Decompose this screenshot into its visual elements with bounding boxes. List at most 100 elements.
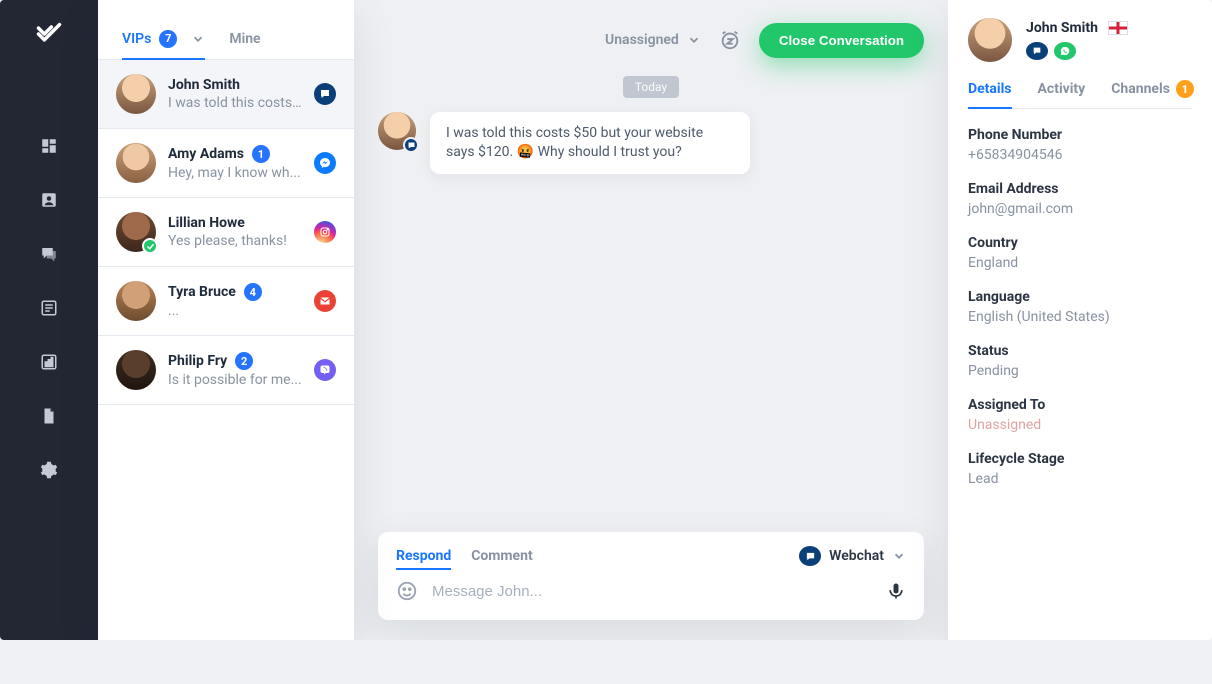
composer-tabs: Respond Comment Webchat xyxy=(396,546,906,566)
tab-mine[interactable]: Mine xyxy=(229,18,260,59)
composer-input-row xyxy=(396,580,906,602)
conversation-spacer xyxy=(378,184,924,532)
field-lifecycle-stage: Lifecycle Stage Lead xyxy=(968,451,1192,487)
avatar xyxy=(116,74,156,114)
instagram-icon xyxy=(314,221,336,243)
tab-comment[interactable]: Comment xyxy=(471,548,532,564)
profile-identity: John Smith xyxy=(1026,20,1128,60)
tab-mine-label: Mine xyxy=(229,31,260,47)
gmail-icon xyxy=(314,290,336,312)
message-row: I was told this costs $50 but your websi… xyxy=(378,112,924,174)
conversation-preview: Yes please, thanks! xyxy=(168,233,302,249)
app-root: VIPs 7 Mine John Smith I was told this c… xyxy=(0,0,1212,640)
composer: Respond Comment Webchat xyxy=(378,532,924,620)
conversation-preview: I was told this costs... xyxy=(168,95,302,111)
webchat-icon xyxy=(1026,42,1048,60)
conversation-name: John Smith xyxy=(168,77,302,93)
dashboard-icon[interactable] xyxy=(39,136,59,156)
field-value: +65834904546 xyxy=(968,147,1192,163)
list-icon[interactable] xyxy=(39,298,59,318)
viber-icon xyxy=(314,359,336,381)
webchat-icon xyxy=(314,83,336,105)
tab-activity[interactable]: Activity xyxy=(1038,80,1086,108)
profile-name: John Smith xyxy=(1026,20,1098,36)
tab-vips[interactable]: VIPs 7 xyxy=(122,18,205,59)
messenger-icon xyxy=(314,152,336,174)
tab-vips-label: VIPs xyxy=(122,31,151,47)
avatar xyxy=(116,350,156,390)
profile-panel: John Smith Details Activity Channels 1 P… xyxy=(948,0,1212,640)
field-label: Phone Number xyxy=(968,127,1192,143)
field-label: Language xyxy=(968,289,1192,305)
conversation-panel: Unassigned Close Conversation Today I wa… xyxy=(354,0,948,640)
channel-label: Webchat xyxy=(829,548,884,564)
field-assigned-to: Assigned To Unassigned xyxy=(968,397,1192,433)
close-conversation-button[interactable]: Close Conversation xyxy=(759,23,924,58)
conversation-preview: Hey, may I know wh... xyxy=(168,165,302,181)
unread-badge: 1 xyxy=(252,145,270,163)
analytics-icon[interactable] xyxy=(39,352,59,372)
file-icon[interactable] xyxy=(39,406,59,426)
webchat-icon xyxy=(799,546,821,566)
messages-icon[interactable] xyxy=(39,244,59,264)
channel-picker[interactable]: Webchat xyxy=(799,546,906,566)
field-value: England xyxy=(968,255,1192,271)
profile-tabs: Details Activity Channels 1 xyxy=(968,80,1192,109)
message-input[interactable] xyxy=(430,582,874,601)
conversation-name: Philip Fry2 xyxy=(168,352,302,370)
chevron-down-icon[interactable] xyxy=(191,32,205,46)
unread-badge: 4 xyxy=(244,283,262,301)
tab-channels-badge: 1 xyxy=(1176,80,1194,98)
inbox-tabs: VIPs 7 Mine xyxy=(98,0,354,60)
conversation-meta: Amy Adams1 Hey, may I know wh... xyxy=(168,145,302,181)
nav-list xyxy=(39,136,59,480)
field-country: Country England xyxy=(968,235,1192,271)
microphone-icon[interactable] xyxy=(886,581,906,601)
tab-respond[interactable]: Respond xyxy=(396,548,451,564)
conversation-item[interactable]: Philip Fry2 Is it possible for me... xyxy=(98,336,354,405)
conversation-meta: John Smith I was told this costs... xyxy=(168,77,302,111)
assignee-dropdown[interactable]: Unassigned xyxy=(605,32,701,48)
emoji-icon[interactable] xyxy=(396,580,418,602)
whatsapp-icon xyxy=(1054,42,1076,60)
field-phone: Phone Number +65834904546 xyxy=(968,127,1192,163)
conversation-item[interactable]: Amy Adams1 Hey, may I know wh... xyxy=(98,129,354,198)
settings-icon[interactable] xyxy=(39,460,59,480)
message-bubble: I was told this costs $50 but your websi… xyxy=(430,112,750,174)
conversation-name: Lillian Howe xyxy=(168,215,302,231)
field-label: Assigned To xyxy=(968,397,1192,413)
field-label: Lifecycle Stage xyxy=(968,451,1192,467)
conversation-item[interactable]: Lillian Howe Yes please, thanks! xyxy=(98,198,354,267)
field-label: Country xyxy=(968,235,1192,251)
profile-avatar xyxy=(968,18,1012,62)
profile-header: John Smith xyxy=(968,18,1192,62)
field-label: Status xyxy=(968,343,1192,359)
message-avatar xyxy=(378,112,416,150)
profile-channel-icons xyxy=(1026,42,1128,60)
day-separator: Today xyxy=(623,76,679,98)
conversation-item[interactable]: John Smith I was told this costs... xyxy=(98,60,354,129)
inbox-panel: VIPs 7 Mine John Smith I was told this c… xyxy=(98,0,354,640)
field-value: Pending xyxy=(968,363,1192,379)
conversation-meta: Tyra Bruce4 ... xyxy=(168,283,302,319)
conversation-name: Amy Adams1 xyxy=(168,145,302,163)
tab-channels-label: Channels xyxy=(1111,81,1170,97)
conversation-preview: Is it possible for me... xyxy=(168,372,302,388)
conversation-item[interactable]: Tyra Bruce4 ... xyxy=(98,267,354,336)
tab-details[interactable]: Details xyxy=(968,80,1012,108)
avatar xyxy=(116,281,156,321)
conversation-meta: Lillian Howe Yes please, thanks! xyxy=(168,215,302,249)
chevron-down-icon xyxy=(687,33,701,47)
chevron-down-icon xyxy=(892,549,906,563)
tab-channels[interactable]: Channels 1 xyxy=(1111,80,1194,108)
snooze-icon[interactable] xyxy=(717,27,743,53)
assignee-label: Unassigned xyxy=(605,32,679,48)
presence-check-icon xyxy=(142,238,158,254)
field-value: Unassigned xyxy=(968,417,1192,433)
field-status: Status Pending xyxy=(968,343,1192,379)
avatar xyxy=(116,143,156,183)
conversation-meta: Philip Fry2 Is it possible for me... xyxy=(168,352,302,388)
conversation-preview: ... xyxy=(168,303,302,319)
contacts-icon[interactable] xyxy=(39,190,59,210)
unread-badge: 2 xyxy=(235,352,253,370)
